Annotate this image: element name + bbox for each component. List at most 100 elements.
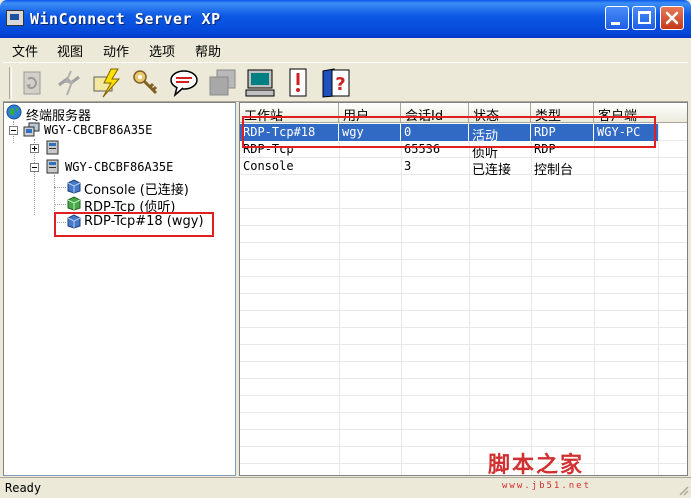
table-row[interactable]: Console 3 已连接 控制台 <box>240 158 687 178</box>
table-row[interactable]: RDP-Tcp 65536 侦听 RDP <box>240 141 687 161</box>
listener-icon <box>67 196 81 211</box>
maximize-button[interactable] <box>632 6 656 30</box>
key-button[interactable] <box>129 67 163 99</box>
menu-bar: 文件 视图 动作 选项 帮助 <box>3 38 688 60</box>
table-row[interactable]: RDP-Tcp#18 wgy 0 活动 RDP WGY-PC <box>240 124 687 144</box>
minimize-icon <box>611 22 620 25</box>
grid-line <box>240 378 687 379</box>
properties-icon <box>289 68 307 97</box>
message-icon <box>170 70 198 98</box>
cell-type: RDP <box>534 142 556 156</box>
help-button[interactable]: ? <box>319 67 353 99</box>
globe-icon <box>6 104 22 120</box>
tree-session-console[interactable]: Console (已连接) <box>66 178 226 198</box>
cell-client: WGY-PC <box>594 124 658 141</box>
cell-workstation: RDP-Tcp#18 <box>240 124 338 141</box>
connect-button[interactable] <box>91 67 125 99</box>
cell-client <box>594 141 658 158</box>
tree-pane[interactable]: 终端服务器 WGY-CBCBF86A35E WGY-CBCBF86A35E Co… <box>3 102 236 476</box>
session-icon <box>67 179 81 194</box>
menu-help[interactable]: 帮助 <box>195 41 221 60</box>
column-header-type[interactable]: 类型 <box>531 103 594 124</box>
cell-user: wgy <box>339 124 400 141</box>
menu-file[interactable]: 文件 <box>12 41 38 60</box>
svg-text:?: ? <box>335 74 345 95</box>
session-list[interactable]: 工作站 用户 会话Id 状态 类型 客户端 RDP-Tcp#18 wgy 0 活… <box>239 102 688 476</box>
properties-button[interactable] <box>281 67 315 99</box>
cell-session-id: 65536 <box>404 142 441 156</box>
grid-line <box>240 259 687 260</box>
grid-line <box>240 412 687 413</box>
cell-state: 活动 <box>469 124 530 144</box>
tree-server-2[interactable]: WGY-CBCBF86A35E <box>30 159 230 176</box>
cell-workstation: Console <box>243 159 294 173</box>
menu-view[interactable]: 视图 <box>57 41 83 60</box>
tree-server-1[interactable]: WGY-CBCBF86A35E <box>9 122 229 139</box>
grid-line <box>240 293 687 294</box>
tree-session-rdp-tcp[interactable]: RDP-Tcp (侦听) <box>66 195 226 215</box>
disconnect-icon <box>58 70 80 96</box>
grid-line <box>240 208 687 209</box>
grid-line <box>240 395 687 396</box>
grid-line <box>240 327 687 328</box>
cell-state: 侦听 <box>472 146 499 161</box>
cell-type: 控制台 <box>534 163 574 178</box>
tree-server-2-label: WGY-CBCBF86A35E <box>65 160 174 174</box>
grid-line <box>240 463 687 464</box>
key-icon <box>133 70 158 95</box>
title-bar[interactable]: WinConnect Server XP <box>0 0 691 38</box>
column-header-workstation[interactable]: 工作站 <box>240 103 339 124</box>
status-text: Ready <box>5 481 42 495</box>
refresh-icon <box>23 71 41 95</box>
column-header-client[interactable]: 客户端 <box>594 103 687 124</box>
tree-unnamed-node[interactable] <box>30 140 90 157</box>
cell-session-id: 3 <box>404 159 412 173</box>
menu-options[interactable]: 选项 <box>149 41 175 60</box>
column-header-user[interactable]: 用户 <box>339 103 401 124</box>
maximize-icon <box>638 11 651 24</box>
tree-session-rdp-tcp-18[interactable]: RDP-Tcp#18 (wgy) <box>66 213 226 230</box>
close-button[interactable] <box>660 6 684 30</box>
cell-user <box>339 141 400 158</box>
toolbar-separator <box>9 67 12 99</box>
refresh-button[interactable] <box>15 67 49 99</box>
cell-user <box>339 158 400 175</box>
menu-action[interactable]: 动作 <box>103 41 129 60</box>
grid-line <box>240 225 687 226</box>
cell-workstation: RDP-Tcp <box>243 142 294 156</box>
minimize-button[interactable] <box>605 6 629 30</box>
cell-session-id: 0 <box>401 124 468 141</box>
monitor-icon <box>245 69 275 97</box>
session-icon <box>67 214 81 229</box>
disconnect-button[interactable] <box>53 67 87 99</box>
window-icon <box>209 69 236 96</box>
tree-root[interactable]: 终端服务器 <box>6 104 226 124</box>
collapse-toggle[interactable] <box>9 126 18 135</box>
grid-line <box>240 310 687 311</box>
monitor-button[interactable] <box>243 67 277 99</box>
help-icon: ? <box>322 68 350 98</box>
status-bar: Ready <box>0 477 691 498</box>
close-icon <box>665 11 679 25</box>
grid-line <box>240 446 687 447</box>
server-icon <box>46 159 59 174</box>
column-header-state[interactable]: 状态 <box>469 103 531 124</box>
server-group-icon <box>23 122 40 137</box>
message-button[interactable] <box>167 67 201 99</box>
window-button[interactable] <box>205 67 239 99</box>
resize-grip-icon[interactable] <box>677 484 689 496</box>
grid-line <box>240 344 687 345</box>
watermark-text: 脚本之家 <box>488 452 585 478</box>
grid-line <box>240 191 687 192</box>
app-icon[interactable] <box>6 10 24 26</box>
grid-line <box>240 429 687 430</box>
tree-session-label: RDP-Tcp#18 (wgy) <box>84 214 204 229</box>
expand-toggle[interactable] <box>30 144 39 153</box>
tree-server-1-label: WGY-CBCBF86A35E <box>44 123 153 137</box>
list-header: 工作站 用户 会话Id 状态 类型 客户端 <box>240 103 687 124</box>
grid-line <box>240 242 687 243</box>
connect-icon <box>93 68 121 98</box>
column-header-session-id[interactable]: 会话Id <box>401 103 469 124</box>
collapse-toggle[interactable] <box>30 163 39 172</box>
cell-client <box>594 158 658 175</box>
